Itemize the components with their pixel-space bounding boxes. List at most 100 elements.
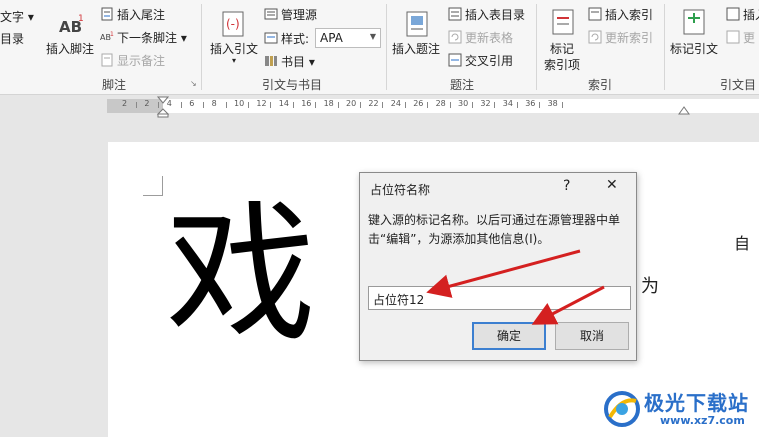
document-text-fragment: 自 <box>734 234 751 253</box>
endnote-icon <box>101 7 113 21</box>
svg-text:1: 1 <box>78 14 84 24</box>
ruler-tick <box>292 102 294 108</box>
ruler-number: 18 <box>323 99 334 108</box>
help-button[interactable]: ? <box>563 178 570 194</box>
ruler-tick <box>270 102 272 108</box>
insert-table-of-figures-button[interactable]: 插入表目录 <box>448 6 525 23</box>
ruler-tick <box>203 102 205 108</box>
ribbon: 文字 ▾ 目录 AB 1 插入脚注 插入尾注 AB 1 下一条脚注 ▾ 显示备注 脚… <box>0 0 759 95</box>
close-button[interactable]: ✕ <box>606 177 618 193</box>
update-index-icon <box>588 30 602 44</box>
separator <box>664 4 665 90</box>
update-index-button[interactable]: 更新索引 <box>588 29 653 46</box>
cross-reference-button[interactable]: 交叉引用 <box>448 52 513 69</box>
footnotes-group-label: 脚注 <box>102 78 127 92</box>
manage-sources-button[interactable]: 管理源 <box>264 6 317 23</box>
manage-sources-icon <box>264 8 278 20</box>
ruler-tick <box>494 102 496 108</box>
ruler-tick <box>472 102 473 108</box>
ruler-number: 36 <box>525 99 536 108</box>
bibliography-button[interactable]: 书目 ▾ <box>264 53 315 70</box>
table-of-figures-icon <box>448 7 462 21</box>
insert-citation-icon: (-) <box>222 11 244 37</box>
mark-citation-button[interactable]: 标记引文 <box>668 6 724 72</box>
ruler-number: 26 <box>413 99 424 108</box>
ruler-number: 16 <box>301 99 312 108</box>
insert-index-button[interactable]: 插入索引 <box>588 6 653 23</box>
mark-entry-icon <box>552 9 574 35</box>
margin-corner-mark <box>143 176 163 196</box>
ruler-number: 38 <box>547 99 558 108</box>
ruler-number: 28 <box>435 99 446 108</box>
update-table-icon <box>448 30 462 44</box>
ruler-number: 34 <box>502 99 513 108</box>
next-footnote-icon: AB 1 <box>100 31 114 42</box>
separator <box>386 4 387 90</box>
citations-group-label: 引文与书目 <box>262 78 323 92</box>
separator <box>536 4 537 90</box>
ruler-number: 24 <box>390 99 401 108</box>
insert-citation-button[interactable]: (-) 插入引文 ▾ <box>206 6 262 72</box>
watermark-text: 极光下载站 <box>644 391 749 415</box>
ruler-tick <box>158 102 160 108</box>
document-text-fragment-2: 为 <box>641 276 659 297</box>
ribbon-text-fragment[interactable]: 文字 ▾ <box>0 8 34 25</box>
show-notes-button[interactable]: 显示备注 <box>100 52 165 69</box>
ruler-number: 22 <box>368 99 379 108</box>
cancel-button[interactable]: 取消 <box>555 322 629 350</box>
index-group-label: 索引 <box>588 78 613 92</box>
ribbon-toc-fragment[interactable]: 目录 <box>0 30 24 47</box>
footnotes-dialog-launcher-icon[interactable]: ↘ <box>190 79 197 88</box>
insert-footnote-button[interactable]: AB 1 插入脚注 <box>44 6 98 72</box>
ruler-number: 10 <box>234 99 245 108</box>
insert-footnote-label: 插入脚注 <box>46 42 95 56</box>
placeholder-name-input[interactable]: 占位符12 <box>368 286 631 310</box>
ruler-number: 6 <box>189 99 195 108</box>
insert-endnote-button[interactable]: 插入尾注 <box>100 6 165 23</box>
ruler-number: 2 <box>122 99 128 108</box>
mark-entry-button[interactable]: 标记 索引项 <box>540 6 586 72</box>
ruler-tick <box>449 102 451 108</box>
mark-entry-label-1: 标记 <box>550 42 575 56</box>
ruler-bar <box>107 99 759 113</box>
update-authorities-button[interactable]: 更 <box>726 29 755 46</box>
ruler-number: 2 <box>144 99 150 108</box>
citation-style-select[interactable]: APA ▼ <box>315 28 381 48</box>
insert-authorities-button[interactable]: 插入 <box>726 6 759 23</box>
authorities-group-label: 引文目 <box>720 78 757 92</box>
watermark-url: www.xz7.com <box>660 414 745 427</box>
ruler-number: 12 <box>256 99 267 108</box>
update-table-button[interactable]: 更新表格 <box>448 29 513 46</box>
ruler[interactable]: 2 2 4 6 8 10 12 14 16 18 20 22 24 26 28 30 32 34 36 38 <box>0 96 759 118</box>
chevron-down-icon: ▼ <box>369 32 376 41</box>
insert-citation-dropdown-icon: ▾ <box>232 56 237 65</box>
next-footnote-button[interactable]: AB 1 下一条脚注 ▾ <box>100 29 187 46</box>
mark-citation-label: 标记引文 <box>670 42 719 56</box>
mark-entry-label-2: 索引项 <box>544 58 581 72</box>
style-icon <box>264 32 278 44</box>
word-window: 文字 ▾ 目录 AB 1 插入脚注 插入尾注 AB 1 下一条脚注 ▾ 显示备注 脚… <box>0 0 759 437</box>
ruler-tick <box>427 102 429 108</box>
dialog-title: 占位符名称 <box>370 183 431 197</box>
ruler-tick <box>360 102 361 108</box>
insert-caption-button[interactable]: 插入题注 <box>390 6 444 72</box>
captions-group-label: 题注 <box>450 78 475 92</box>
insert-authorities-icon <box>726 7 740 21</box>
right-indent-marker-icon[interactable] <box>678 106 690 116</box>
citation-style-value: APA <box>320 31 343 45</box>
dialog-message: 键入源的标记名称。以后可通过在源管理器中单击“编辑”，为源添加其他信息(I)。 <box>368 213 621 246</box>
ruler-tick <box>404 102 406 108</box>
style-label: 样式: <box>264 30 309 47</box>
ruler-number: 30 <box>458 99 469 108</box>
ruler-number: 20 <box>346 99 357 108</box>
ruler-number: 8 <box>211 99 217 108</box>
ruler-tick <box>337 102 339 108</box>
insert-caption-label: 插入题注 <box>392 42 441 56</box>
document-large-character: 戏 <box>166 188 317 362</box>
svg-text:1: 1 <box>110 31 114 38</box>
ok-button[interactable]: 确定 <box>472 322 546 350</box>
ruler-number: 14 <box>278 99 289 108</box>
ruler-number: 32 <box>480 99 491 108</box>
ruler-tick <box>136 102 137 108</box>
watermark-logo-icon <box>604 391 640 427</box>
